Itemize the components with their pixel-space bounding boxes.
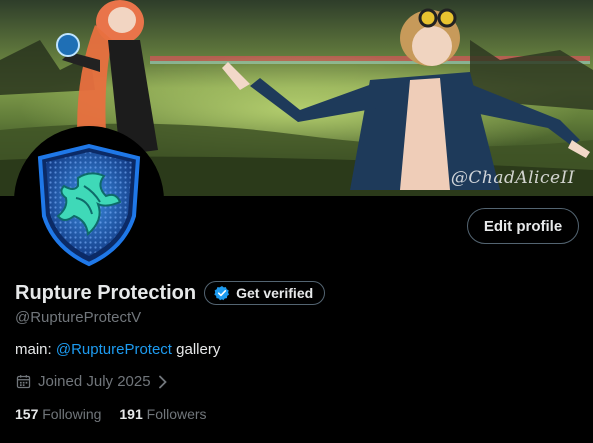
following-link[interactable]: 157 Following <box>15 406 101 422</box>
followers-count: 191 <box>119 406 143 422</box>
profile-bio: main: @RuptureProtect gallery <box>15 341 220 358</box>
get-verified-button[interactable]: Get verified <box>204 281 326 305</box>
followers-label: Followers <box>146 406 207 422</box>
bio-mention-link[interactable]: @RuptureProtect <box>56 341 172 358</box>
calendar-icon <box>16 375 31 389</box>
avatar[interactable] <box>14 126 164 276</box>
joined-label: Joined July 2025 <box>38 373 151 390</box>
bio-prefix: main: <box>15 341 56 358</box>
get-verified-label: Get verified <box>236 285 314 301</box>
followers-link[interactable]: 191 Followers <box>119 406 206 422</box>
following-label: Following <box>42 406 102 422</box>
profile-stats: 157 Following 191 Followers <box>15 406 207 422</box>
name-row: Rupture Protection Get verified <box>15 281 326 305</box>
banner-watermark: @ChadAliceII <box>450 168 575 188</box>
profile-handle: @RuptureProtectV <box>15 309 142 326</box>
bio-suffix: gallery <box>171 341 221 358</box>
display-name: Rupture Protection <box>15 281 197 304</box>
following-count: 157 <box>15 406 39 422</box>
joined-date[interactable]: Joined July 2025 <box>15 373 169 390</box>
edit-profile-button[interactable]: Edit profile <box>467 208 579 244</box>
chevron-right-icon <box>158 375 167 388</box>
verified-badge-icon <box>214 286 230 301</box>
shield-icon <box>18 130 160 272</box>
